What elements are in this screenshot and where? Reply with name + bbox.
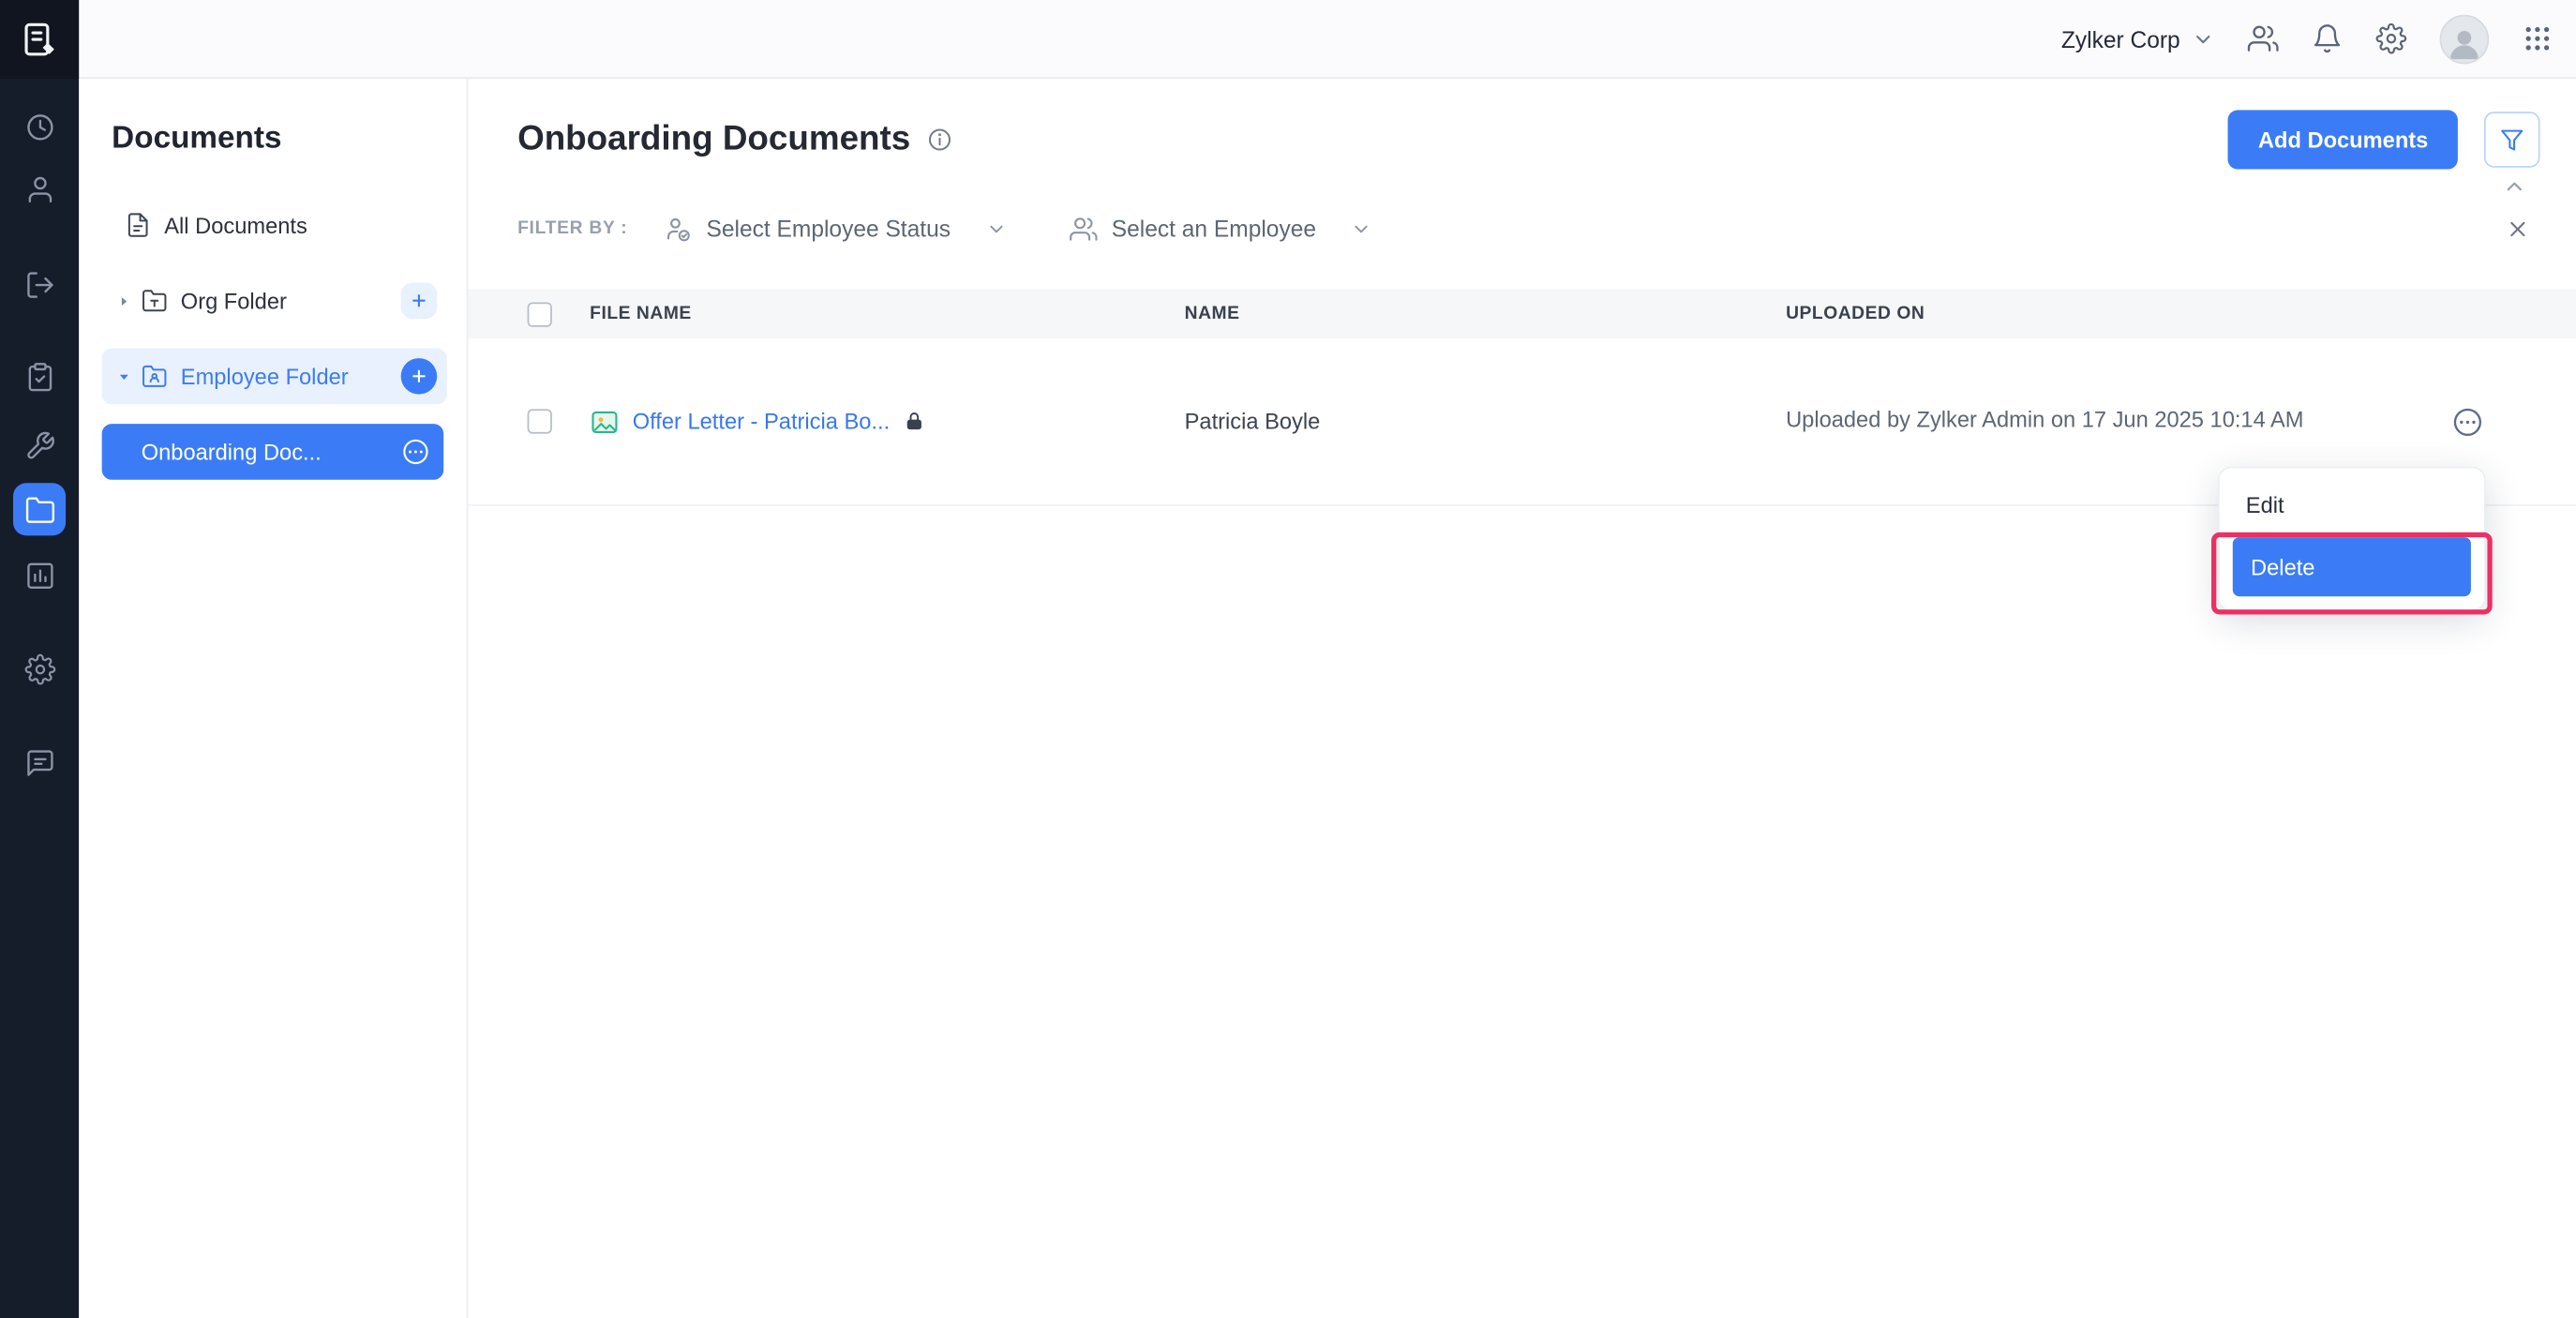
- select-all-checkbox[interactable]: [528, 302, 552, 326]
- image-file-icon: [590, 407, 620, 437]
- filter-by-label: FILTER BY :: [517, 218, 627, 238]
- close-filter-icon[interactable]: [2506, 216, 2530, 240]
- nav-reports-chart-icon[interactable]: [13, 548, 66, 601]
- add-employee-folder-button[interactable]: [401, 358, 438, 395]
- add-org-folder-button[interactable]: [401, 282, 438, 319]
- nav-settings-gear-icon[interactable]: [13, 642, 66, 695]
- employee-folder-icon: [142, 363, 168, 389]
- nav-dashboard-clock-icon[interactable]: [13, 100, 66, 153]
- primary-nav-rail: [0, 0, 79, 1318]
- caret-right-icon[interactable]: [112, 292, 135, 309]
- gear-icon[interactable]: [2375, 23, 2406, 54]
- onboarding-folder-label: Onboarding Doc...: [142, 440, 322, 464]
- column-file-name: FILE NAME: [590, 304, 1184, 323]
- chevron-down-icon: [985, 217, 1007, 239]
- avatar[interactable]: [2440, 14, 2490, 64]
- sidebar-item-onboarding-documents[interactable]: Onboarding Doc...: [102, 424, 444, 480]
- employee-status-placeholder: Select Employee Status: [707, 216, 951, 242]
- caret-down-icon[interactable]: [112, 367, 135, 385]
- filter-bar: FILTER BY : Select Employee Status Selec…: [468, 201, 2576, 257]
- lock-icon: [903, 411, 924, 432]
- employee-folder-label: Employee Folder: [181, 364, 349, 388]
- nav-profile-user-icon[interactable]: [13, 163, 66, 216]
- nav-tasks-clipboard-icon[interactable]: [13, 350, 66, 402]
- employee-status-dropdown[interactable]: Select Employee Status: [664, 215, 1007, 243]
- chevron-down-icon: [1351, 217, 1372, 239]
- app-window: Zylker Corp Documents All Documents Org …: [0, 0, 2576, 1318]
- filter-toggle-button[interactable]: [2484, 112, 2540, 168]
- file-cell: Offer Letter - Patricia Bo...: [590, 407, 1184, 437]
- sidebar-item-employee-folder[interactable]: Employee Folder: [102, 349, 447, 405]
- row-options-ellipsis-icon[interactable]: [2451, 405, 2484, 438]
- two-users-icon: [1069, 215, 1097, 243]
- menu-item-delete[interactable]: Delete: [2233, 537, 2471, 596]
- rail-nav-items: [13, 79, 66, 788]
- column-uploaded-on: UPLOADED ON: [1786, 304, 2344, 323]
- all-documents-label: All Documents: [164, 213, 307, 237]
- info-icon[interactable]: [927, 127, 953, 153]
- file-name-link[interactable]: Offer Letter - Patricia Bo...: [633, 409, 890, 433]
- documents-sidebar: Documents All Documents Org Folder Emplo…: [79, 79, 468, 1318]
- chevron-down-icon: [2192, 27, 2215, 51]
- main-content: Onboarding Documents Add Documents FILTE…: [468, 79, 2576, 1318]
- nav-documents-folder-icon[interactable]: [13, 483, 66, 535]
- column-name: NAME: [1185, 304, 1786, 323]
- bell-icon[interactable]: [2312, 23, 2343, 54]
- people-icon[interactable]: [2248, 23, 2279, 54]
- table-header: FILE NAME NAME UPLOADED ON: [468, 289, 2576, 338]
- main-header: Onboarding Documents Add Documents: [468, 79, 2576, 174]
- menu-item-edit[interactable]: Edit: [2220, 476, 2484, 532]
- employee-placeholder: Select an Employee: [1112, 216, 1316, 242]
- org-folder-icon: [142, 288, 168, 314]
- uploaded-on-cell: Uploaded by Zylker Admin on 17 Jun 2025 …: [1786, 403, 2344, 440]
- topbar: Zylker Corp: [79, 0, 2576, 79]
- org-selector[interactable]: Zylker Corp: [2061, 25, 2215, 52]
- filter-panel-caret-up-icon: [2502, 174, 2526, 199]
- nav-checkin-logout-icon[interactable]: [13, 258, 66, 310]
- nav-services-wrench-icon[interactable]: [13, 419, 66, 472]
- file-text-icon: [125, 212, 151, 238]
- employee-dropdown[interactable]: Select an Employee: [1069, 215, 1371, 243]
- sidebar-item-all-documents[interactable]: All Documents: [102, 197, 447, 253]
- add-documents-button[interactable]: Add Documents: [2228, 110, 2458, 169]
- funnel-icon: [2499, 127, 2525, 153]
- apps-grid-icon[interactable]: [2522, 23, 2553, 54]
- user-status-icon: [664, 215, 692, 243]
- sidebar-item-org-folder[interactable]: Org Folder: [102, 273, 447, 329]
- page-title: Onboarding Documents: [517, 120, 910, 159]
- row-checkbox[interactable]: [528, 409, 552, 433]
- org-selector-label: Zylker Corp: [2061, 25, 2180, 52]
- org-folder-label: Org Folder: [181, 289, 287, 313]
- app-logo-icon[interactable]: [0, 0, 79, 79]
- folder-options-ellipsis-icon[interactable]: [401, 437, 431, 467]
- nav-feedback-chat-icon[interactable]: [13, 736, 66, 788]
- employee-name-cell: Patricia Boyle: [1185, 409, 1786, 433]
- row-context-menu: Edit Delete: [2218, 467, 2486, 611]
- sidebar-title: Documents: [112, 122, 447, 158]
